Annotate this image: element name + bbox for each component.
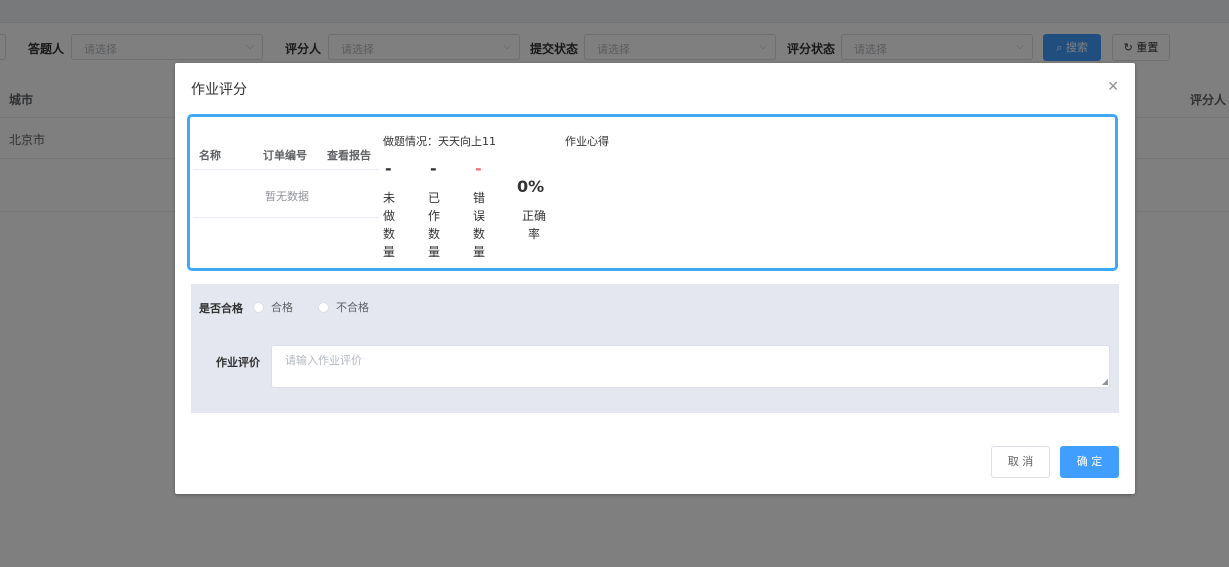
accuracy-rate-label: 正确率 — [521, 209, 546, 241]
stats-title-prefix: 做题情况： — [383, 135, 438, 148]
column-header-order-number: 订单编号 — [263, 149, 307, 162]
close-icon[interactable]: ✕ — [1107, 79, 1119, 95]
stats-title: 做题情况：天天向上11 — [383, 133, 496, 149]
cancel-button[interactable]: 取 消 — [991, 446, 1050, 478]
radio-circle-icon — [253, 301, 264, 313]
experience-title: 作业心得 — [565, 135, 609, 148]
table-divider — [193, 169, 379, 170]
undone-count-label: 未做数量 — [383, 191, 396, 259]
accuracy-rate-value: 0% — [517, 177, 545, 196]
error-count-label: 错误数量 — [473, 191, 486, 259]
table-divider — [193, 217, 379, 218]
resize-grip-icon[interactable]: ◢ — [1102, 377, 1108, 386]
evaluation-placeholder: 请输入作业评价 — [285, 354, 362, 367]
column-header-name: 名称 — [199, 149, 221, 162]
stats-student-name: 天天向上11 — [438, 135, 496, 148]
radio-circle-icon — [318, 301, 329, 313]
grading-form: 是否合格 合格 不合格 作业评价 请输入作业评价 ◢ — [191, 284, 1119, 413]
undone-count-value: - — [385, 159, 392, 178]
empty-text: 暂无数据 — [265, 190, 309, 203]
evaluation-textarea[interactable]: 请输入作业评价 ◢ — [271, 345, 1110, 388]
error-count-value: - — [475, 159, 482, 178]
grading-dialog: 作业评分 ✕ 名称 订单编号 查看报告 暂无数据 做题情况：天天向上11 - 未… — [175, 63, 1135, 494]
evaluation-label: 作业评价 — [216, 356, 260, 369]
dialog-title: 作业评分 — [191, 82, 247, 98]
column-header-view-report: 查看报告 — [327, 149, 371, 162]
radio-pass[interactable]: 合格 — [253, 299, 293, 315]
radio-pass-label: 合格 — [271, 301, 293, 314]
done-count-value: - — [430, 159, 437, 178]
qualified-label: 是否合格 — [199, 302, 243, 315]
done-count-label: 已作数量 — [428, 191, 441, 259]
radio-fail[interactable]: 不合格 — [318, 299, 369, 315]
confirm-button[interactable]: 确 定 — [1060, 446, 1119, 478]
report-panel: 名称 订单编号 查看报告 暂无数据 做题情况：天天向上11 - 未做数量 - 已… — [187, 114, 1118, 271]
radio-fail-label: 不合格 — [336, 301, 369, 314]
